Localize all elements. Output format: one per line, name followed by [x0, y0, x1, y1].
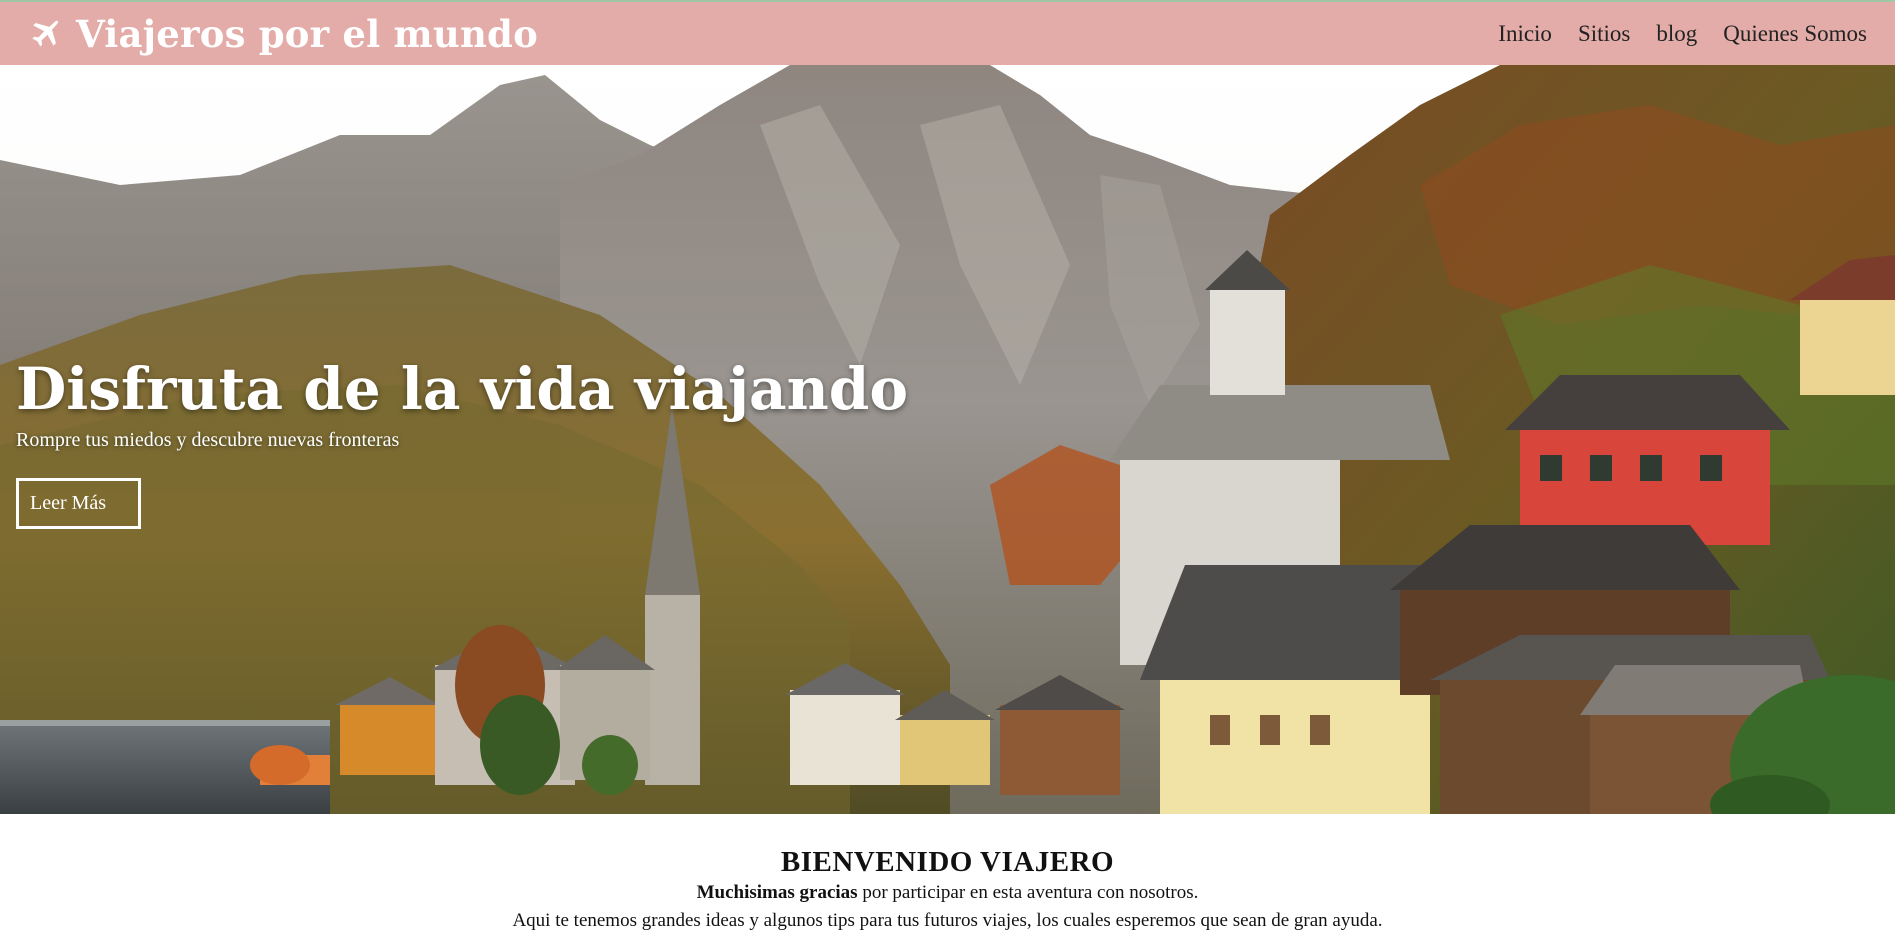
welcome-title: BIENVENIDO VIAJERO — [780, 846, 1115, 878]
read-more-button[interactable]: Leer Más — [16, 478, 141, 529]
navbar: Viajeros por el mundo Inicio Sitios blog… — [0, 0, 1895, 65]
nav-link-sitios[interactable]: Sitios — [1578, 21, 1630, 47]
hero-subtitle: Rompre tus miedos y descubre nuevas fron… — [16, 429, 400, 451]
welcome-line-1-rest: por participar en esta aventura con noso… — [857, 882, 1199, 903]
welcome-line-2: Aqui te tenemos grandes ideas y algunos … — [512, 910, 1383, 931]
nav-link-inicio[interactable]: Inicio — [1498, 21, 1552, 47]
welcome-line-1: Muchisimas gracias por participar en est… — [0, 879, 1895, 907]
hero-title: Disfruta de la vida viajando — [16, 355, 909, 423]
nav-links: Inicio Sitios blog Quienes Somos — [1498, 21, 1867, 47]
welcome-line-1-bold: Muchisimas gracias — [696, 882, 858, 903]
brand-name: Viajeros por el mundo — [76, 11, 539, 56]
nav-link-quienes-somos[interactable]: Quienes Somos — [1723, 21, 1867, 47]
nav-link-blog[interactable]: blog — [1656, 21, 1697, 47]
hero-banner: Disfruta de la vida viajando Rompre tus … — [0, 65, 1895, 814]
hero-caption: Disfruta de la vida viajando Rompre tus … — [16, 355, 908, 529]
welcome-section: BIENVENIDO VIAJERO Muchisimas gracias po… — [0, 846, 1895, 935]
brand-link[interactable]: Viajeros por el mundo — [28, 12, 538, 56]
airplane-icon — [32, 19, 59, 46]
